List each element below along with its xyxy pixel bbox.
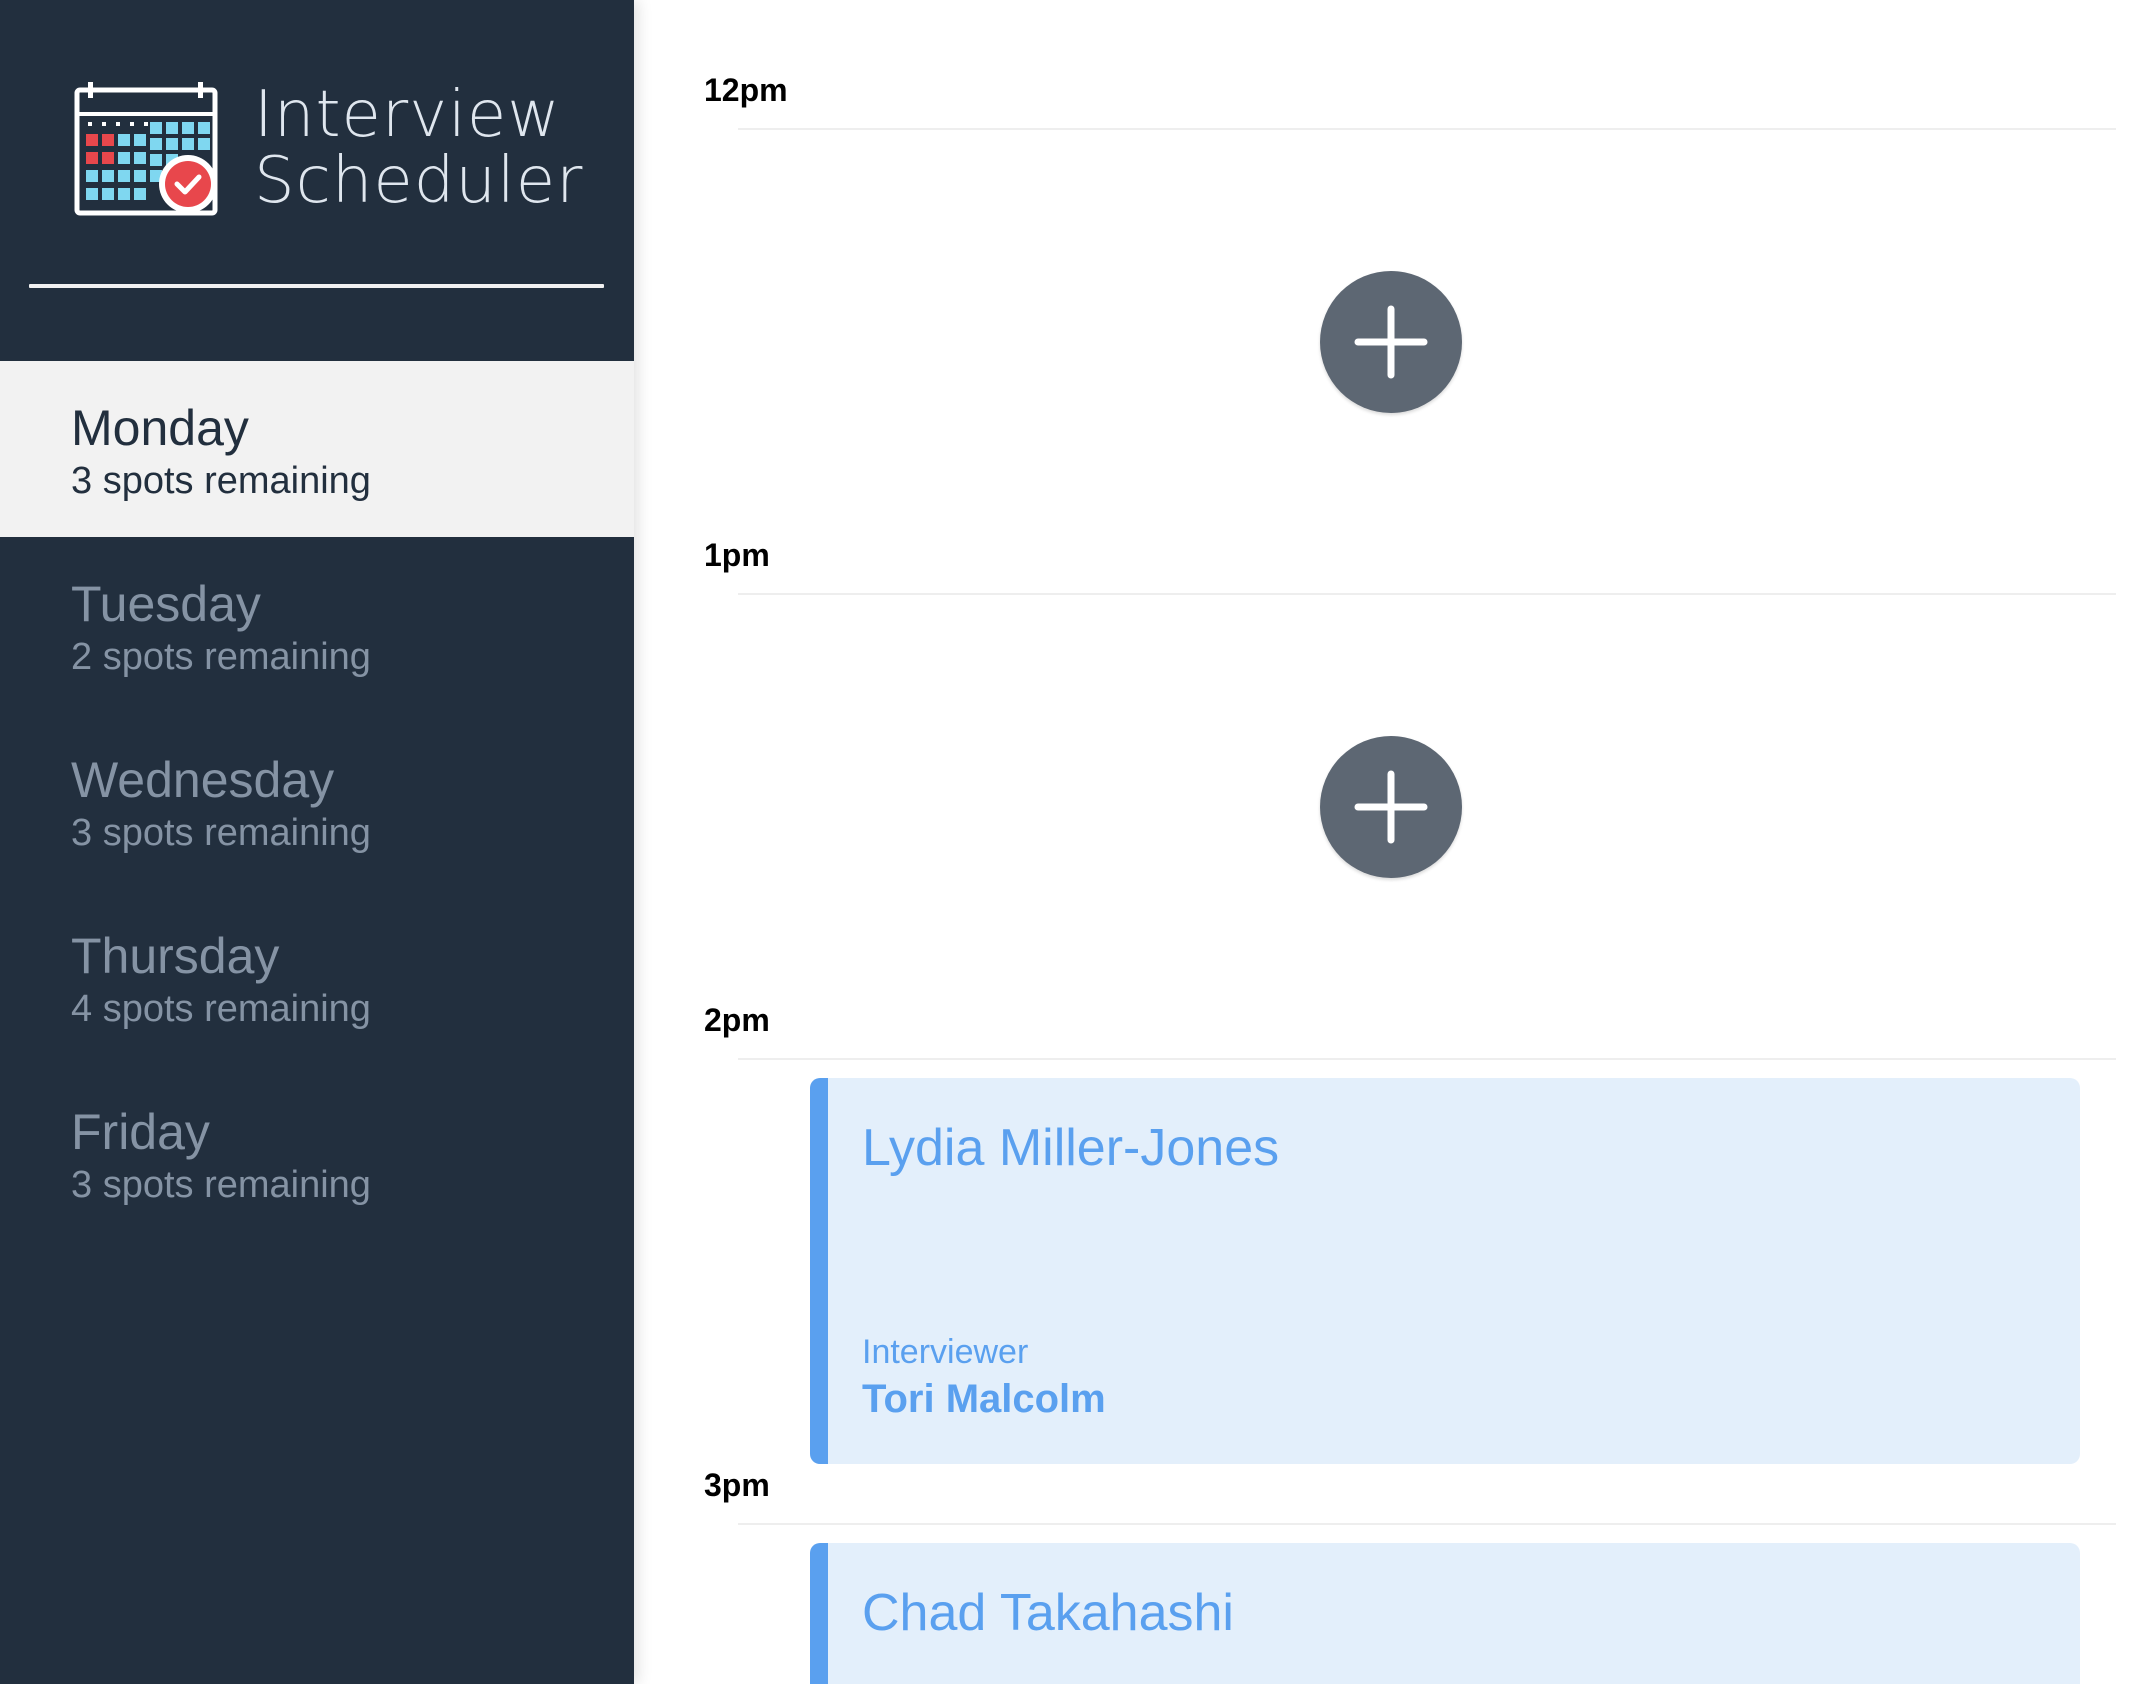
day-spots-remaining: 4 spots remaining (71, 988, 371, 1030)
student-name: Lydia Miller-Jones (862, 1119, 1280, 1177)
day-item-thursday[interactable]: Thursday 4 spots remaining (0, 889, 634, 1065)
app-title: Interview Scheduler (254, 82, 583, 214)
day-list: Monday 3 spots remaining Tuesday 2 spots… (0, 361, 634, 1241)
slot-separator (738, 1523, 2116, 1525)
slot-separator (738, 1058, 2116, 1060)
app-logo: Interview Scheduler (74, 80, 582, 220)
day-name: Tuesday (71, 576, 261, 632)
slot-separator (738, 593, 2116, 595)
slot-time-1pm: 1pm (704, 537, 770, 573)
student-name: Chad Takahashi (862, 1584, 1234, 1642)
day-name: Monday (71, 400, 249, 456)
interviewer-label: Interviewer (862, 1333, 1029, 1371)
plus-icon (1354, 305, 1428, 379)
sidebar: Interview Scheduler Monday 3 spots remai… (0, 0, 634, 1684)
day-item-wednesday[interactable]: Wednesday 3 spots remaining (0, 713, 634, 889)
calendar-check-icon (74, 82, 218, 216)
app-title-line-1: Interview (254, 78, 561, 152)
day-item-tuesday[interactable]: Tuesday 2 spots remaining (0, 537, 634, 713)
add-appointment-button[interactable] (1320, 271, 1462, 413)
add-appointment-button[interactable] (1320, 736, 1462, 878)
app-window: Interview Scheduler Monday 3 spots remai… (0, 0, 2150, 1684)
slot-time-3pm: 3pm (704, 1467, 770, 1503)
plus-icon (1354, 770, 1428, 844)
slot-time-12pm: 12pm (704, 72, 788, 108)
app-title-line-2: Scheduler (254, 144, 584, 218)
day-spots-remaining: 2 spots remaining (71, 636, 371, 678)
slot-time-2pm: 2pm (704, 1002, 770, 1038)
appointment-card[interactable]: Lydia Miller-Jones Interviewer Tori Malc… (810, 1078, 2080, 1464)
appointment-card[interactable]: Chad Takahashi (810, 1543, 2080, 1684)
interviewer-name: Tori Malcolm (862, 1377, 1106, 1421)
day-name: Thursday (71, 928, 280, 984)
day-item-monday[interactable]: Monday 3 spots remaining (0, 361, 634, 537)
sidebar-divider (29, 284, 604, 288)
day-name: Friday (71, 1104, 210, 1160)
day-spots-remaining: 3 spots remaining (71, 1164, 371, 1206)
day-item-friday[interactable]: Friday 3 spots remaining (0, 1065, 634, 1241)
day-spots-remaining: 3 spots remaining (71, 460, 371, 502)
day-name: Wednesday (71, 752, 335, 808)
day-spots-remaining: 3 spots remaining (71, 812, 371, 854)
slot-separator (738, 128, 2116, 130)
schedule: 12pm 1pm 2pm Lydia Miller-Jones Intervie… (634, 0, 2150, 1684)
